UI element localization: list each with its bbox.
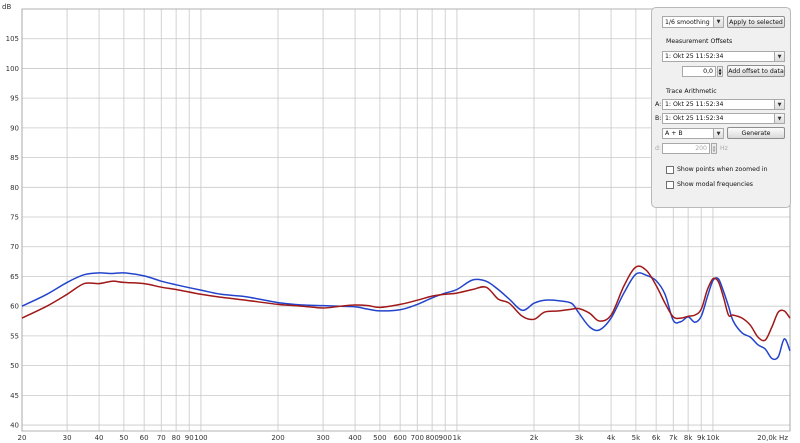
show-points-label: Show points when zoomed in: [677, 166, 768, 173]
y-tick-label: 85: [10, 154, 19, 162]
smoothing-value: 1/6 smoothing: [665, 18, 710, 26]
trace-b-select[interactable]: 1: Okt 25 11:52:34 ▼: [662, 113, 785, 124]
b-label: B:: [655, 115, 662, 122]
x-tick-label: 700: [411, 434, 424, 442]
x-tick-label: 8k: [684, 434, 693, 442]
chevron-down-icon: ▼: [774, 52, 784, 61]
x-tick-label: 500: [373, 434, 386, 442]
y-tick-label: 55: [10, 332, 19, 340]
x-tick-label: 2k: [530, 434, 539, 442]
x-tick-label: 80: [172, 434, 181, 442]
generate-button[interactable]: Generate: [727, 127, 785, 139]
x-tick-label: 10k: [706, 434, 720, 442]
x-tick-label: 7k: [669, 434, 678, 442]
y-tick-label: 90: [10, 124, 19, 132]
x-tick-label: 5k: [632, 434, 641, 442]
y-tick-label: 50: [10, 362, 19, 370]
x-tick-label: 30: [63, 434, 72, 442]
show-modal-checkbox[interactable]: [666, 181, 674, 189]
x-tick-label: 800: [425, 434, 438, 442]
y-tick-label: 80: [10, 184, 19, 192]
x-tick-label: 4k: [607, 434, 616, 442]
show-modal-label: Show modal frequencies: [677, 181, 754, 188]
x-tick-label: 3k: [575, 434, 584, 442]
chevron-down-icon: ▼: [713, 17, 723, 27]
x-tick-label: 50: [119, 434, 128, 442]
d-unit: Hz: [720, 145, 728, 152]
offset-measurement-value: 1: Okt 25 11:52:34: [665, 53, 724, 60]
x-tick-label: 20,0k Hz: [757, 434, 788, 442]
offset-measurement-select[interactable]: 1: Okt 25 11:52:34 ▼: [662, 51, 785, 62]
offset-spinner[interactable]: ▲ ▼: [717, 66, 723, 77]
operation-select[interactable]: A + B ▼: [662, 128, 724, 139]
trace-arithmetic-title: Trace Arithmetic: [666, 88, 717, 95]
graph-controls-panel: 1/6 smoothing ▼ Apply to selected Measur…: [651, 7, 791, 208]
chevron-down-icon: ▼: [774, 114, 784, 123]
trace-a-value: 1: Okt 25 11:52:34: [665, 101, 724, 108]
y-tick-label: 75: [10, 214, 19, 222]
y-tick-label: 70: [10, 243, 19, 251]
x-tick-label: 6k: [652, 434, 661, 442]
spin-down-icon: ▼: [718, 70, 722, 76]
offset-value-field[interactable]: 0,0: [682, 66, 716, 77]
y-tick-label: 45: [10, 392, 19, 400]
x-tick-label: 200: [271, 434, 284, 442]
y-tick-label: 95: [10, 95, 19, 103]
chevron-down-icon: ▼: [774, 100, 784, 109]
a-label: A:: [655, 101, 662, 108]
smoothing-select[interactable]: 1/6 smoothing ▼: [662, 16, 724, 28]
x-tick-label: 300: [316, 434, 329, 442]
x-tick-label: 900: [439, 434, 452, 442]
add-offset-button[interactable]: Add offset to data: [727, 65, 785, 77]
x-tick-label: 20: [18, 434, 27, 442]
x-tick-label: 9k: [697, 434, 706, 442]
x-tick-label: 40: [95, 434, 104, 442]
chevron-down-icon: ▼: [713, 129, 723, 138]
y-tick-label: 40: [10, 422, 19, 430]
measurement-offsets-title: Measurement Offsets: [666, 38, 733, 45]
trace-b-value: 1: Okt 25 11:52:34: [665, 115, 724, 122]
x-tick-label: 90: [185, 434, 194, 442]
y-tick-label: 60: [10, 303, 19, 311]
x-tick-label: 100: [194, 434, 207, 442]
y-axis-unit: dB: [2, 3, 11, 11]
d-value-field[interactable]: 200: [662, 143, 710, 154]
show-points-checkbox[interactable]: [666, 166, 674, 174]
x-tick-label: 70: [157, 434, 166, 442]
trace-a-select[interactable]: 1: Okt 25 11:52:34 ▼: [662, 99, 785, 110]
apply-to-selected-button[interactable]: Apply to selected: [727, 16, 785, 28]
operation-value: A + B: [665, 130, 683, 137]
x-tick-label: 400: [348, 434, 361, 442]
d-spinner[interactable]: ▲ ▼: [711, 143, 717, 154]
x-tick-label: 1k: [453, 434, 462, 442]
y-tick-label: 65: [10, 273, 19, 281]
d-label: d:: [655, 145, 662, 152]
y-tick-label: 100: [6, 65, 19, 73]
y-tick-label: 105: [6, 35, 19, 43]
x-tick-label: 60: [140, 434, 149, 442]
spin-down-icon: ▼: [712, 147, 716, 153]
x-tick-label: 600: [393, 434, 406, 442]
